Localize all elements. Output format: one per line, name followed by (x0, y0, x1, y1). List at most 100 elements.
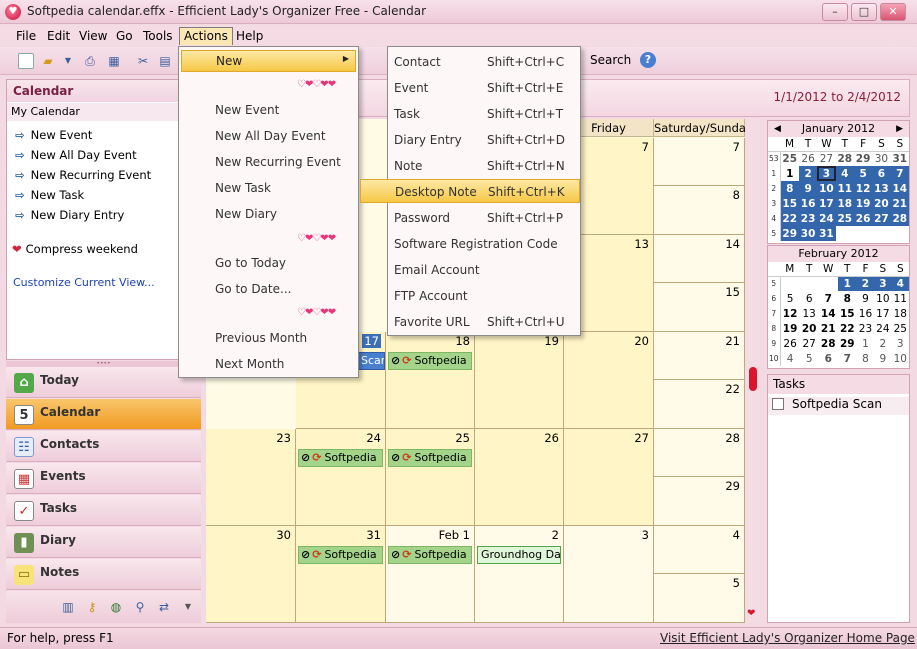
day-cell[interactable]: 23 (206, 429, 296, 526)
notes-small-icon[interactable]: ▥ (60, 599, 76, 615)
nav-contacts-button[interactable]: ☷ Contacts (6, 431, 201, 462)
cut-icon[interactable]: ✂ (135, 53, 151, 69)
globe-icon[interactable]: ◍ (108, 599, 124, 615)
menu-item-new-recurring-event[interactable]: New Recurring Event (181, 151, 356, 173)
menu-item-next-month[interactable]: Next Month (181, 353, 356, 375)
menu-tools[interactable]: Tools (139, 27, 177, 45)
menu-item-new-all-day-event[interactable]: New All Day Event (181, 125, 356, 147)
submenu-item-contact[interactable]: Contact Shift+Ctrl+C (388, 49, 580, 73)
prev-month-icon[interactable]: ◀ (774, 121, 781, 137)
day-cell[interactable]: 22 (654, 380, 745, 429)
menu-item-new[interactable]: New ▶ (181, 50, 356, 72)
day-cell[interactable]: 28 (654, 429, 745, 477)
scrollbar-thumb[interactable] (749, 367, 757, 391)
day-cell[interactable]: 14 (654, 235, 745, 283)
day-cell[interactable]: 30 (206, 526, 296, 623)
next-month-icon[interactable]: ▶ (896, 121, 903, 137)
event-chip[interactable]: ⊘ ⟳ Softpedia (388, 352, 472, 370)
submenu-item-email-account[interactable]: Email Account (388, 257, 580, 281)
day-cell[interactable]: 3 (564, 526, 654, 623)
day-cell[interactable]: 7 (654, 138, 745, 186)
day-cell[interactable]: 20 (564, 332, 654, 429)
day-cell[interactable]: 8 (654, 186, 745, 235)
mini-month-title: February 2012 (768, 246, 909, 262)
event-chip[interactable]: ⊘ ⟳ Softpedia (388, 546, 472, 564)
compress-weekend-link[interactable]: ❤ Compress weekend (12, 242, 138, 260)
submenu-item-favorite-url[interactable]: Favorite URL Shift+Ctrl+U (388, 309, 580, 333)
task-row[interactable]: Softpedia Scan (768, 397, 909, 415)
submenu-item-diary-entry[interactable]: Diary Entry Shift+Ctrl+D (388, 127, 580, 151)
search-button[interactable]: Search (590, 53, 631, 67)
day-cell[interactable]: 26 (475, 429, 564, 526)
menu-actions[interactable]: Actions (179, 27, 233, 45)
nav-notes-button[interactable]: ▭ Notes (6, 559, 201, 590)
submenu-item-event[interactable]: Event Shift+Ctrl+E (388, 75, 580, 99)
chevron-down-icon[interactable]: ▼ (180, 599, 196, 615)
homepage-link[interactable]: Visit Efficient Lady's Organizer Home Pa… (660, 631, 915, 645)
submenu-item-note[interactable]: Note Shift+Ctrl+N (388, 153, 580, 177)
nav-calendar-button[interactable]: 5 Calendar (6, 399, 201, 430)
menu-view[interactable]: View (75, 27, 111, 45)
day-cell[interactable]: Feb 1 ⊘ ⟳ Softpedia (386, 526, 475, 623)
close-button[interactable]: ✕ (880, 3, 906, 21)
key-icon[interactable]: ⚷ (84, 599, 100, 615)
menu-item-go-to-today[interactable]: Go to Today (181, 252, 356, 274)
day-cell[interactable]: 2 Groundhog Day (475, 526, 564, 623)
menu-item-previous-month[interactable]: Previous Month (181, 327, 356, 349)
day-cell[interactable]: 4 (654, 526, 745, 574)
day-cell[interactable]: 24 ⊘ ⟳ Softpedia (296, 429, 386, 526)
nav-today-button[interactable]: ⌂ Today (6, 367, 201, 398)
nav-diary-button[interactable]: ▮ Diary (6, 527, 201, 558)
attachment-icon: ⊘ (391, 354, 401, 367)
menu-file[interactable]: File (12, 27, 40, 45)
new-event-link[interactable]: ⇨ New Event (15, 128, 92, 146)
new-document-icon[interactable] (18, 53, 34, 69)
magnifier-icon[interactable]: ⚲ (132, 599, 148, 615)
dropdown-arrow-icon[interactable]: ▼ (60, 53, 76, 69)
submenu-item-ftp-account[interactable]: FTP Account (388, 283, 580, 307)
event-chip[interactable]: ⊘ ⟳ Softpedia (298, 546, 383, 564)
new-task-link[interactable]: ⇨ New Task (15, 188, 84, 206)
heart-scroll-icon[interactable]: ❤ (747, 608, 755, 619)
day-cell[interactable]: 19 (475, 332, 564, 429)
day-cell[interactable]: 18 ⊘ ⟳ Softpedia (386, 332, 475, 429)
help-icon[interactable]: ? (640, 52, 656, 68)
submenu-item-software-registration-code[interactable]: Software Registration Code (388, 231, 580, 255)
event-chip-groundhog[interactable]: Groundhog Day (477, 546, 561, 564)
mini-calendar-february: February 2012 MTWTFSS 51234 6 5 6 7 8 9 10 11 7… (767, 245, 910, 369)
new-diary-entry-link[interactable]: ⇨ New Diary Entry (15, 208, 124, 226)
menu-item-go-to-date[interactable]: Go to Date... (181, 278, 356, 300)
day-cell[interactable]: 29 (654, 477, 745, 526)
menu-edit[interactable]: Edit (43, 27, 74, 45)
customize-view-link[interactable]: Customize Current View... (13, 276, 155, 289)
event-chip[interactable]: Scan (358, 352, 385, 370)
day-cell[interactable]: 27 (564, 429, 654, 526)
submenu-item-desktop-note[interactable]: Desktop Note Shift+Ctrl+K (360, 179, 580, 203)
task-checkbox[interactable] (772, 398, 784, 410)
event-chip[interactable]: ⊘ ⟳ Softpedia (298, 449, 383, 467)
submenu-item-password[interactable]: Password Shift+Ctrl+P (388, 205, 580, 229)
transfer-icon[interactable]: ⇄ (156, 599, 172, 615)
submenu-item-task[interactable]: Task Shift+Ctrl+T (388, 101, 580, 125)
day-cell[interactable]: 31 ⊘ ⟳ Softpedia (296, 526, 386, 623)
day-cell[interactable]: 5 (654, 574, 745, 623)
preview-icon[interactable]: ▦ (106, 53, 122, 69)
nav-events-button[interactable]: ▦ Events (6, 463, 201, 494)
new-all-day-event-link[interactable]: ⇨ New All Day Event (15, 148, 137, 166)
paste-icon[interactable]: ▤ (157, 53, 173, 69)
nav-tasks-button[interactable]: ✓ Tasks (6, 495, 201, 526)
menu-help[interactable]: Help (232, 27, 267, 45)
open-folder-icon[interactable]: ▰ (40, 53, 56, 69)
menu-item-new-task[interactable]: New Task (181, 177, 356, 199)
event-chip[interactable]: ⊘ ⟳ Softpedia (388, 449, 472, 467)
day-cell[interactable]: 25 ⊘ ⟳ Softpedia (386, 429, 475, 526)
day-cell[interactable]: 15 (654, 283, 745, 332)
menu-item-new-event[interactable]: New Event (181, 99, 356, 121)
menu-item-new-diary[interactable]: New Diary (181, 203, 356, 225)
maximize-button[interactable]: □ (851, 3, 877, 21)
day-cell[interactable]: 21 (654, 332, 745, 380)
new-recurring-event-link[interactable]: ⇨ New Recurring Event (15, 168, 151, 186)
print-icon[interactable]: ⎙ (82, 53, 98, 69)
menu-go[interactable]: Go (112, 27, 137, 45)
minimize-button[interactable]: – (822, 3, 848, 21)
